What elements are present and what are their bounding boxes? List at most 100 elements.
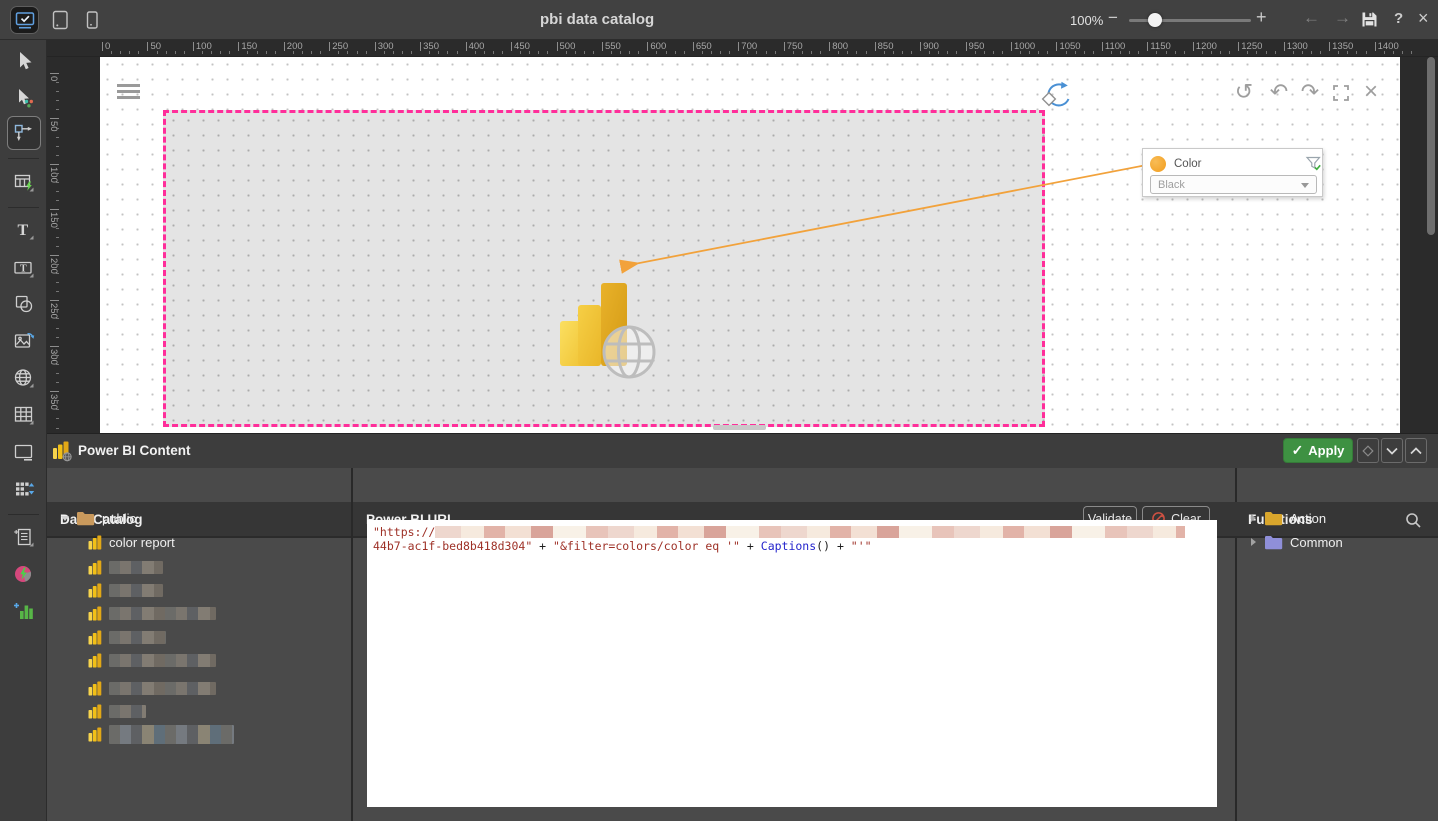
code-line-1: "https:// xyxy=(373,525,1185,539)
web-tool[interactable] xyxy=(10,364,38,392)
back-button[interactable]: ← xyxy=(1303,8,1320,28)
ruler-minor-tick xyxy=(56,309,59,310)
tree-item-color-report[interactable]: color report xyxy=(88,531,175,553)
canvas-menu-icon[interactable] xyxy=(117,84,140,100)
ruler-minor-tick xyxy=(129,51,130,54)
functions-group-common[interactable]: Common xyxy=(1251,531,1343,553)
ruler-minor-tick xyxy=(902,51,903,54)
ruler-minor-tick xyxy=(747,51,748,54)
table-grid-tool[interactable] xyxy=(10,401,38,429)
ruler-major-tick xyxy=(829,42,830,51)
form-tool[interactable] xyxy=(10,523,38,551)
ruler-major-tick xyxy=(647,42,648,51)
diamond-button[interactable] xyxy=(1357,438,1379,463)
help-button[interactable]: ? xyxy=(1394,10,1403,27)
device-tab-phone[interactable] xyxy=(77,6,106,34)
tree-expander-expanded-icon[interactable] xyxy=(61,516,69,521)
apply-button[interactable]: ✓ Apply xyxy=(1283,438,1353,463)
select-tool[interactable] xyxy=(10,47,38,75)
fullscreen-icon[interactable] xyxy=(1331,83,1351,103)
zoom-slider-thumb[interactable] xyxy=(1148,13,1162,27)
code-token: Captions xyxy=(761,539,816,553)
tree-item-redacted[interactable] xyxy=(88,602,216,624)
device-tab-tablet[interactable] xyxy=(45,6,74,34)
ruler-minor-tick xyxy=(266,51,267,54)
color-value-dropdown[interactable]: Black xyxy=(1150,175,1317,194)
text-tool[interactable]: T xyxy=(10,216,38,244)
shapes-tool[interactable] xyxy=(10,290,38,318)
close-window-button[interactable]: × xyxy=(1418,8,1429,29)
ruler-minor-tick xyxy=(938,51,939,54)
panel-header: Power BI Content ✓ Apply xyxy=(47,434,1438,468)
canvas-vertical-scrollbar[interactable] xyxy=(1427,57,1435,235)
forward-button[interactable]: → xyxy=(1334,8,1351,28)
undo-icon[interactable]: ↶ xyxy=(1266,81,1292,103)
tree-item-redacted[interactable] xyxy=(88,649,216,671)
collapse-panel-button[interactable] xyxy=(1381,438,1403,463)
tree-expander-collapsed-icon[interactable] xyxy=(1251,514,1256,522)
tree-item-redacted[interactable] xyxy=(88,723,234,745)
text-box-tool[interactable]: T xyxy=(10,254,38,282)
connector-tool[interactable] xyxy=(7,116,41,150)
close-canvas-icon[interactable]: × xyxy=(1358,81,1384,103)
toolbar-divider xyxy=(8,514,39,515)
filter-check-icon[interactable] xyxy=(1305,155,1322,172)
pie-chart-tool[interactable] xyxy=(10,560,38,588)
screen-tool[interactable] xyxy=(10,438,38,466)
tree-item-redacted[interactable] xyxy=(88,700,146,722)
ruler-minor-tick xyxy=(56,355,59,356)
rotate-handle-icon[interactable] xyxy=(1040,78,1076,114)
functions-group-action[interactable]: Action xyxy=(1251,507,1326,529)
reset-view-icon[interactable]: ↺ xyxy=(1231,81,1257,103)
data-table-tool[interactable] xyxy=(10,168,38,196)
modules-tool[interactable] xyxy=(10,475,38,503)
tree-item-label: Common xyxy=(1290,535,1343,550)
ruler-minor-tick xyxy=(56,91,59,92)
canvas-horizontal-scrollbar[interactable] xyxy=(713,425,766,430)
ruler-tick-label: 250 xyxy=(48,303,59,319)
ruler-tick-label: 0 xyxy=(48,76,59,81)
ruler-minor-tick xyxy=(157,51,158,54)
modules-tool-icon xyxy=(12,477,36,501)
ruler-minor-tick xyxy=(429,51,430,54)
ruler-tick-label: 750 xyxy=(787,41,803,52)
image-tool[interactable] xyxy=(10,327,38,355)
bar-chart-tool[interactable] xyxy=(10,597,38,625)
power-bi-logo[interactable] xyxy=(558,280,658,380)
ruler-tick-label: 1000 xyxy=(1014,41,1035,52)
expand-panel-button[interactable] xyxy=(1405,438,1427,463)
color-dropdown-widget[interactable]: Color Black xyxy=(1142,148,1323,197)
tree-expander-collapsed-icon[interactable] xyxy=(1251,538,1256,546)
ruler-major-tick xyxy=(147,42,148,51)
multi-select-tool[interactable] xyxy=(10,84,38,112)
ruler-major-tick xyxy=(238,42,239,51)
url-code-editor[interactable]: "https:// 44b7-ac1f-bed8b418d304" + "&fi… xyxy=(367,520,1217,807)
ruler-tick-label: 150 xyxy=(241,41,257,52)
power-bi-report-icon xyxy=(88,583,102,598)
ruler-tick-label: 250 xyxy=(332,41,348,52)
redo-icon[interactable]: ↷ xyxy=(1297,81,1323,103)
ruler-minor-tick xyxy=(56,82,59,83)
tree-item-redacted[interactable] xyxy=(88,579,163,601)
ruler-minor-tick xyxy=(1229,51,1230,54)
ruler-minor-tick xyxy=(56,409,59,410)
zoom-out-button[interactable]: − xyxy=(1108,8,1118,28)
ruler-major-tick xyxy=(602,42,603,51)
redacted-item-label xyxy=(109,584,163,597)
ruler-minor-tick xyxy=(1038,51,1039,54)
tree-item-redacted[interactable] xyxy=(88,677,216,699)
save-button[interactable] xyxy=(1360,10,1379,29)
ruler-tick-label: 350 xyxy=(423,41,439,52)
ruler-minor-tick xyxy=(666,51,667,54)
zoom-in-button[interactable]: + xyxy=(1256,7,1267,28)
ruler-minor-tick xyxy=(1320,51,1321,54)
tree-item-public[interactable]: public xyxy=(61,507,136,529)
ruler-tick-label: 300 xyxy=(378,41,394,52)
check-icon: ✓ xyxy=(1292,442,1304,459)
device-tab-desktop[interactable] xyxy=(10,6,39,34)
tree-item-redacted[interactable] xyxy=(88,556,163,578)
connection-anchor-dot[interactable] xyxy=(1150,156,1166,172)
ruler-minor-tick xyxy=(1402,51,1403,54)
tree-item-redacted[interactable] xyxy=(88,626,166,648)
design-canvas[interactable]: ↺ ↶ ↷ × Color Black xyxy=(100,57,1400,433)
